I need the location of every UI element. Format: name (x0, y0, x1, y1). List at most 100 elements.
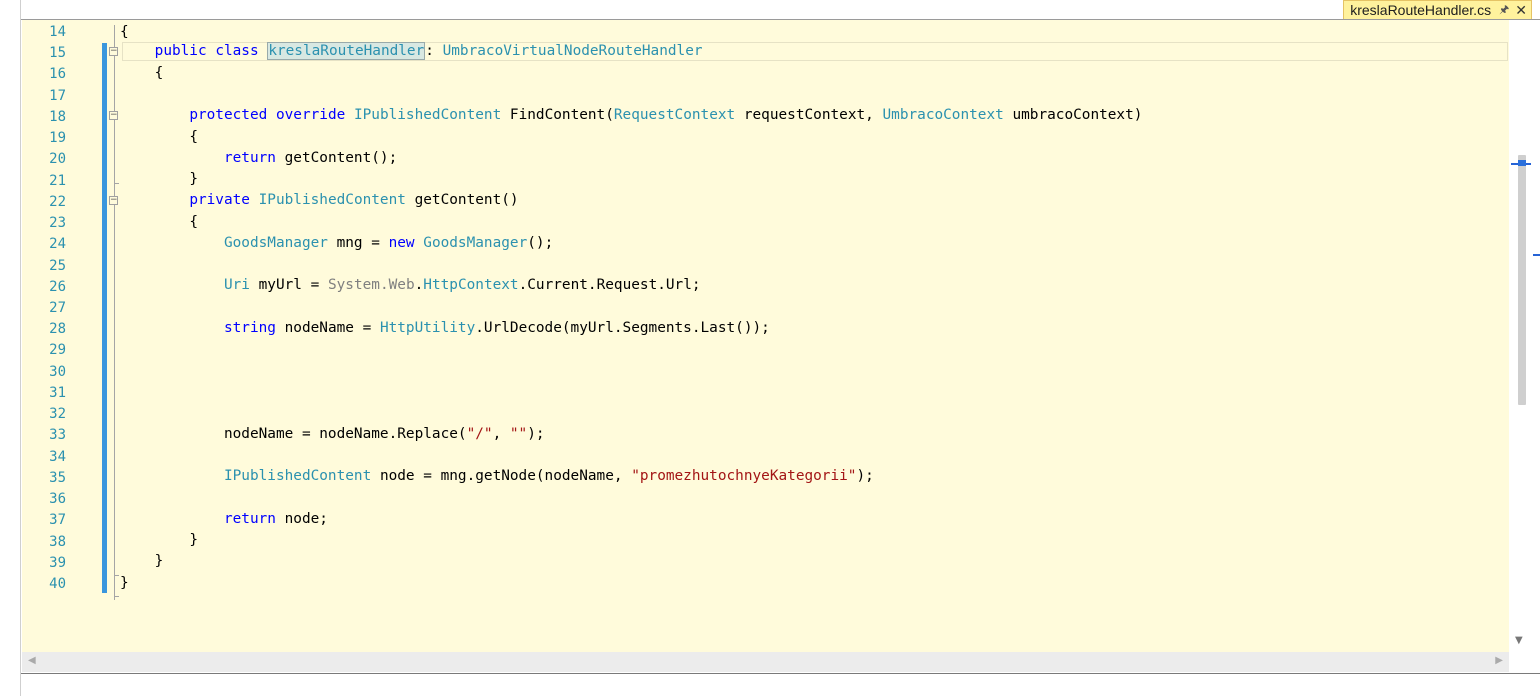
code-line-24[interactable]: GoodsManager mng = new GoodsManager(); (120, 233, 553, 254)
statement: ); (527, 426, 545, 442)
code-editor[interactable]: 14 15 16 17 18 19 20 21 22 23 24 25 26 27 28 29 30 31 32 33… (22, 20, 1509, 652)
code-line-14[interactable]: { (120, 22, 129, 43)
code-line-26[interactable]: Uri myUrl = System.Web.HttpContext.Curre… (120, 275, 701, 296)
line-number: 30 (49, 363, 66, 380)
statement: node; (284, 511, 328, 527)
type-name: HttpUtility (379, 320, 476, 336)
line-number: 27 (49, 299, 66, 316)
keyword: return (223, 150, 276, 166)
code-line-22[interactable]: private IPublishedContent getContent() (120, 190, 519, 211)
change-tracking-bar (102, 43, 107, 593)
document-tab-bar: kreslaRouteHandler.cs 🖈 ✕ (21, 0, 1540, 20)
variable: nodeName = (284, 320, 372, 336)
statement: getContent(); (284, 150, 398, 166)
string-literal: "" (509, 426, 528, 442)
code-line-28[interactable]: string nodeName = HttpUtility.UrlDecode(… (120, 318, 770, 339)
line-number: 35 (49, 469, 66, 486)
line-number: 38 (49, 533, 66, 550)
code-line-18[interactable]: protected override IPublishedContent Fin… (120, 105, 1142, 126)
collapse-method-icon[interactable]: − (109, 196, 118, 205)
code-line-37[interactable]: return node; (120, 509, 328, 530)
brace: { (189, 129, 198, 145)
line-number: 34 (49, 448, 66, 465)
close-icon[interactable]: ✕ (1515, 2, 1527, 19)
line-number: 39 (49, 554, 66, 571)
left-panel-edge (0, 0, 21, 696)
type-name: Uri (223, 277, 250, 293)
line-number: 33 (49, 427, 66, 444)
line-number: 20 (49, 151, 66, 168)
vertical-scrollbar[interactable]: ▼ (1509, 20, 1540, 652)
code-line-40[interactable]: } (120, 573, 129, 594)
keyword: new (388, 235, 415, 251)
namespace: System (327, 277, 380, 293)
keyword: class (215, 43, 259, 59)
line-number: 19 (49, 130, 66, 147)
code-line-39[interactable]: } (120, 551, 164, 572)
document-tab[interactable]: kreslaRouteHandler.cs 🖈 ✕ (1343, 0, 1532, 19)
statement: node = mng.getNode(nodeName, (379, 468, 632, 484)
statement: nodeName = nodeName.Replace( (223, 426, 467, 442)
return-type: IPublishedContent (258, 192, 406, 208)
brace: } (154, 553, 164, 569)
document-tab-title[interactable]: kreslaRouteHandler.cs (1350, 2, 1491, 18)
collapse-method-icon[interactable]: − (109, 111, 118, 120)
keyword: return (223, 511, 276, 527)
code-line-20[interactable]: return getContent(); (120, 148, 397, 169)
split-handle-icon[interactable] (1533, 254, 1540, 256)
outline-end-tick (114, 183, 119, 184)
line-number: 17 (49, 87, 66, 104)
colon: : (425, 43, 434, 59)
code-line-19[interactable]: { (120, 127, 198, 148)
pin-icon[interactable]: 🖈 (1499, 1, 1509, 20)
class-name-highlighted[interactable]: kreslaRouteHandler (267, 42, 426, 60)
string-literal: "promezhutochnyeKategorii" (631, 468, 857, 484)
brace: } (189, 171, 198, 187)
outline-end-tick (114, 575, 119, 576)
line-number: 28 (49, 321, 66, 338)
brace: { (189, 214, 198, 230)
method-name: getContent() (414, 192, 519, 208)
code-line-15[interactable]: public class kreslaRouteHandler: Umbraco… (120, 41, 703, 62)
keyword: protected (189, 107, 268, 123)
code-line-33[interactable]: nodeName = nodeName.Replace("/", ""); (120, 424, 545, 445)
line-number: 21 (49, 172, 66, 189)
statement: (); (527, 235, 554, 251)
code-line-38[interactable]: } (120, 530, 198, 551)
scroll-right-icon[interactable]: ▶ (1495, 655, 1503, 666)
code-line-16[interactable]: { (120, 63, 164, 84)
horizontal-scrollbar[interactable]: ◀ ▶ (22, 652, 1509, 672)
line-number: 37 (49, 512, 66, 529)
line-number: 16 (49, 66, 66, 83)
brace: { (154, 65, 164, 81)
collapse-class-icon[interactable]: − (109, 47, 118, 56)
code-line-23[interactable]: { (120, 212, 198, 233)
scroll-down-icon[interactable]: ▼ (1515, 635, 1523, 646)
namespace: Web (388, 277, 415, 293)
line-number: 36 (49, 491, 66, 508)
scrollbar-thumb[interactable] (1518, 155, 1526, 405)
comma: , (492, 426, 510, 442)
line-number: 24 (49, 236, 66, 253)
base-type: UmbracoVirtualNodeRouteHandler (442, 43, 703, 59)
type-name: IPublishedContent (223, 468, 372, 484)
scroll-left-icon[interactable]: ◀ (28, 655, 36, 666)
line-number: 23 (49, 215, 66, 232)
return-type: IPublishedContent (353, 107, 502, 123)
variable: mng = (336, 235, 380, 251)
keyword: public (154, 43, 207, 59)
line-number: 29 (49, 342, 66, 359)
variable: myUrl = (258, 277, 320, 293)
line-number: 40 (49, 575, 66, 592)
line-number: 32 (49, 406, 66, 423)
type-name: HttpContext (423, 277, 519, 293)
statement: .UrlDecode(myUrl.Segments.Last()); (475, 320, 770, 336)
param-type: RequestContext (613, 107, 736, 123)
type-name: GoodsManager (223, 235, 328, 251)
code-line-21[interactable]: } (120, 169, 198, 190)
caret-marker-box (1518, 160, 1526, 166)
keyword: override (275, 107, 346, 123)
param-type: UmbracoContext (882, 107, 1004, 123)
outline-end-tick (114, 596, 119, 597)
code-line-35[interactable]: IPublishedContent node = mng.getNode(nod… (120, 466, 874, 487)
